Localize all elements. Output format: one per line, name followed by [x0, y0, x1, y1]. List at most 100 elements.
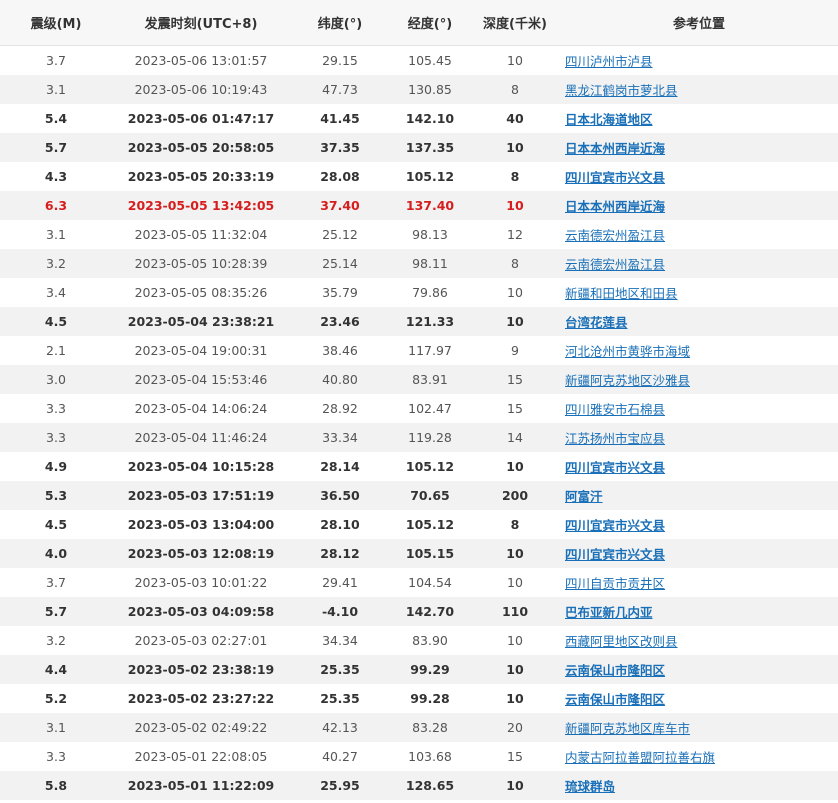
latitude-cell: 28.08 [290, 162, 390, 191]
location-link[interactable]: 内蒙古阿拉善盟阿拉善右旗 [565, 750, 715, 765]
location-link[interactable]: 云南保山市隆阳区 [565, 692, 665, 707]
longitude-cell: 142.70 [390, 597, 470, 626]
location-link[interactable]: 四川宜宾市兴文县 [565, 518, 665, 533]
location-link[interactable]: 四川宜宾市兴文县 [565, 547, 665, 562]
location-cell: 云南保山市隆阳区 [560, 684, 838, 713]
table-row: 3.3 2023-05-04 14:06:24 28.92 102.47 15 四川雅安市… [0, 394, 838, 423]
time-cell: 2023-05-03 13:04:00 [112, 510, 290, 539]
magnitude-cell: 5.4 [0, 104, 112, 133]
longitude-cell: 128.65 [390, 771, 470, 800]
depth-cell: 10 [470, 133, 560, 162]
location-link[interactable]: 云南保山市隆阳区 [565, 663, 665, 678]
location-link[interactable]: 日本北海道地区 [565, 112, 653, 127]
table-row: 5.2 2023-05-02 23:27:22 25.35 99.28 10 云南保山市隆… [0, 684, 838, 713]
location-link[interactable]: 巴布亚新几内亚 [565, 605, 653, 620]
location-link[interactable]: 云南德宏州盈江县 [565, 257, 665, 272]
table-row: 4.3 2023-05-05 20:33:19 28.08 105.12 8 四川宜宾市兴… [0, 162, 838, 191]
depth-cell: 10 [470, 684, 560, 713]
depth-cell: 10 [470, 655, 560, 684]
location-cell: 新疆阿克苏地区库车市 [560, 713, 838, 742]
magnitude-cell: 4.9 [0, 452, 112, 481]
location-link[interactable]: 阿富汗 [565, 489, 603, 504]
latitude-cell: 47.73 [290, 75, 390, 104]
location-link[interactable]: 新疆和田地区和田县 [565, 286, 678, 301]
location-cell: 日本北海道地区 [560, 104, 838, 133]
time-cell: 2023-05-04 23:38:21 [112, 307, 290, 336]
time-cell: 2023-05-04 11:46:24 [112, 423, 290, 452]
location-link[interactable]: 四川泸州市泸县 [565, 54, 653, 69]
magnitude-cell: 5.3 [0, 481, 112, 510]
location-link[interactable]: 四川宜宾市兴文县 [565, 170, 665, 185]
location-cell: 西藏阿里地区改则县 [560, 626, 838, 655]
longitude-cell: 105.12 [390, 452, 470, 481]
depth-cell: 9 [470, 336, 560, 365]
longitude-cell: 98.11 [390, 249, 470, 278]
location-link[interactable]: 新疆阿克苏地区沙雅县 [565, 373, 690, 388]
time-cell: 2023-05-05 10:28:39 [112, 249, 290, 278]
location-link[interactable]: 四川自贡市贡井区 [565, 576, 665, 591]
location-link[interactable]: 云南德宏州盈江县 [565, 228, 665, 243]
depth-cell: 10 [470, 626, 560, 655]
table-row: 5.3 2023-05-03 17:51:19 36.50 70.65 200 阿富汗 [0, 481, 838, 510]
header-depth: 深度(千米) [470, 0, 560, 46]
location-link[interactable]: 琉球群岛 [565, 779, 615, 794]
longitude-cell: 130.85 [390, 75, 470, 104]
magnitude-cell: 6.3 [0, 191, 112, 220]
table-row: 5.4 2023-05-06 01:47:17 41.45 142.10 40 日本北海道… [0, 104, 838, 133]
table-row: 3.2 2023-05-03 02:27:01 34.34 83.90 10 西藏阿里地区… [0, 626, 838, 655]
table-row: 3.1 2023-05-06 10:19:43 47.73 130.85 8 黑龙江鹤岗市… [0, 75, 838, 104]
location-link[interactable]: 台湾花莲县 [565, 315, 628, 330]
magnitude-cell: 3.1 [0, 220, 112, 249]
location-cell: 新疆阿克苏地区沙雅县 [560, 365, 838, 394]
depth-cell: 8 [470, 249, 560, 278]
location-link[interactable]: 四川雅安市石棉县 [565, 402, 665, 417]
time-cell: 2023-05-02 23:27:22 [112, 684, 290, 713]
location-link[interactable]: 黑龙江鹤岗市萝北县 [565, 83, 678, 98]
depth-cell: 14 [470, 423, 560, 452]
location-link[interactable]: 河北沧州市黄骅市海域 [565, 344, 690, 359]
table-row: 4.0 2023-05-03 12:08:19 28.12 105.15 10 四川宜宾市… [0, 539, 838, 568]
depth-cell: 15 [470, 365, 560, 394]
longitude-cell: 83.91 [390, 365, 470, 394]
location-cell: 日本本州西岸近海 [560, 191, 838, 220]
longitude-cell: 105.15 [390, 539, 470, 568]
time-cell: 2023-05-01 11:22:09 [112, 771, 290, 800]
longitude-cell: 105.12 [390, 162, 470, 191]
latitude-cell: 37.35 [290, 133, 390, 162]
time-cell: 2023-05-04 19:00:31 [112, 336, 290, 365]
time-cell: 2023-05-03 17:51:19 [112, 481, 290, 510]
location-link[interactable]: 西藏阿里地区改则县 [565, 634, 678, 649]
earthquake-table: 震级(M) 发震时刻(UTC+8) 纬度(°) 经度(°) 深度(千米) 参考位… [0, 0, 838, 800]
time-cell: 2023-05-05 20:58:05 [112, 133, 290, 162]
table-row: 3.0 2023-05-04 15:53:46 40.80 83.91 15 新疆阿克苏地… [0, 365, 838, 394]
latitude-cell: 25.12 [290, 220, 390, 249]
latitude-cell: 40.27 [290, 742, 390, 771]
location-cell: 江苏扬州市宝应县 [560, 423, 838, 452]
location-link[interactable]: 新疆阿克苏地区库车市 [565, 721, 690, 736]
location-link[interactable]: 江苏扬州市宝应县 [565, 431, 665, 446]
latitude-cell: 40.80 [290, 365, 390, 394]
table-row: 4.5 2023-05-03 13:04:00 28.10 105.12 8 四川宜宾市兴… [0, 510, 838, 539]
depth-cell: 10 [470, 45, 560, 75]
depth-cell: 10 [470, 307, 560, 336]
table-row: 4.5 2023-05-04 23:38:21 23.46 121.33 10 台湾花莲县 [0, 307, 838, 336]
longitude-cell: 70.65 [390, 481, 470, 510]
magnitude-cell: 3.2 [0, 626, 112, 655]
location-cell: 日本本州西岸近海 [560, 133, 838, 162]
magnitude-cell: 3.3 [0, 423, 112, 452]
time-cell: 2023-05-02 23:38:19 [112, 655, 290, 684]
time-cell: 2023-05-03 10:01:22 [112, 568, 290, 597]
table-row: 3.1 2023-05-05 11:32:04 25.12 98.13 12 云南德宏州盈… [0, 220, 838, 249]
location-cell: 新疆和田地区和田县 [560, 278, 838, 307]
time-cell: 2023-05-05 20:33:19 [112, 162, 290, 191]
time-cell: 2023-05-06 13:01:57 [112, 45, 290, 75]
location-link[interactable]: 日本本州西岸近海 [565, 141, 665, 156]
location-cell: 四川宜宾市兴文县 [560, 539, 838, 568]
location-cell: 内蒙古阿拉善盟阿拉善右旗 [560, 742, 838, 771]
depth-cell: 110 [470, 597, 560, 626]
latitude-cell: 28.92 [290, 394, 390, 423]
latitude-cell: -4.10 [290, 597, 390, 626]
location-link[interactable]: 四川宜宾市兴文县 [565, 460, 665, 475]
depth-cell: 10 [470, 771, 560, 800]
location-link[interactable]: 日本本州西岸近海 [565, 199, 665, 214]
